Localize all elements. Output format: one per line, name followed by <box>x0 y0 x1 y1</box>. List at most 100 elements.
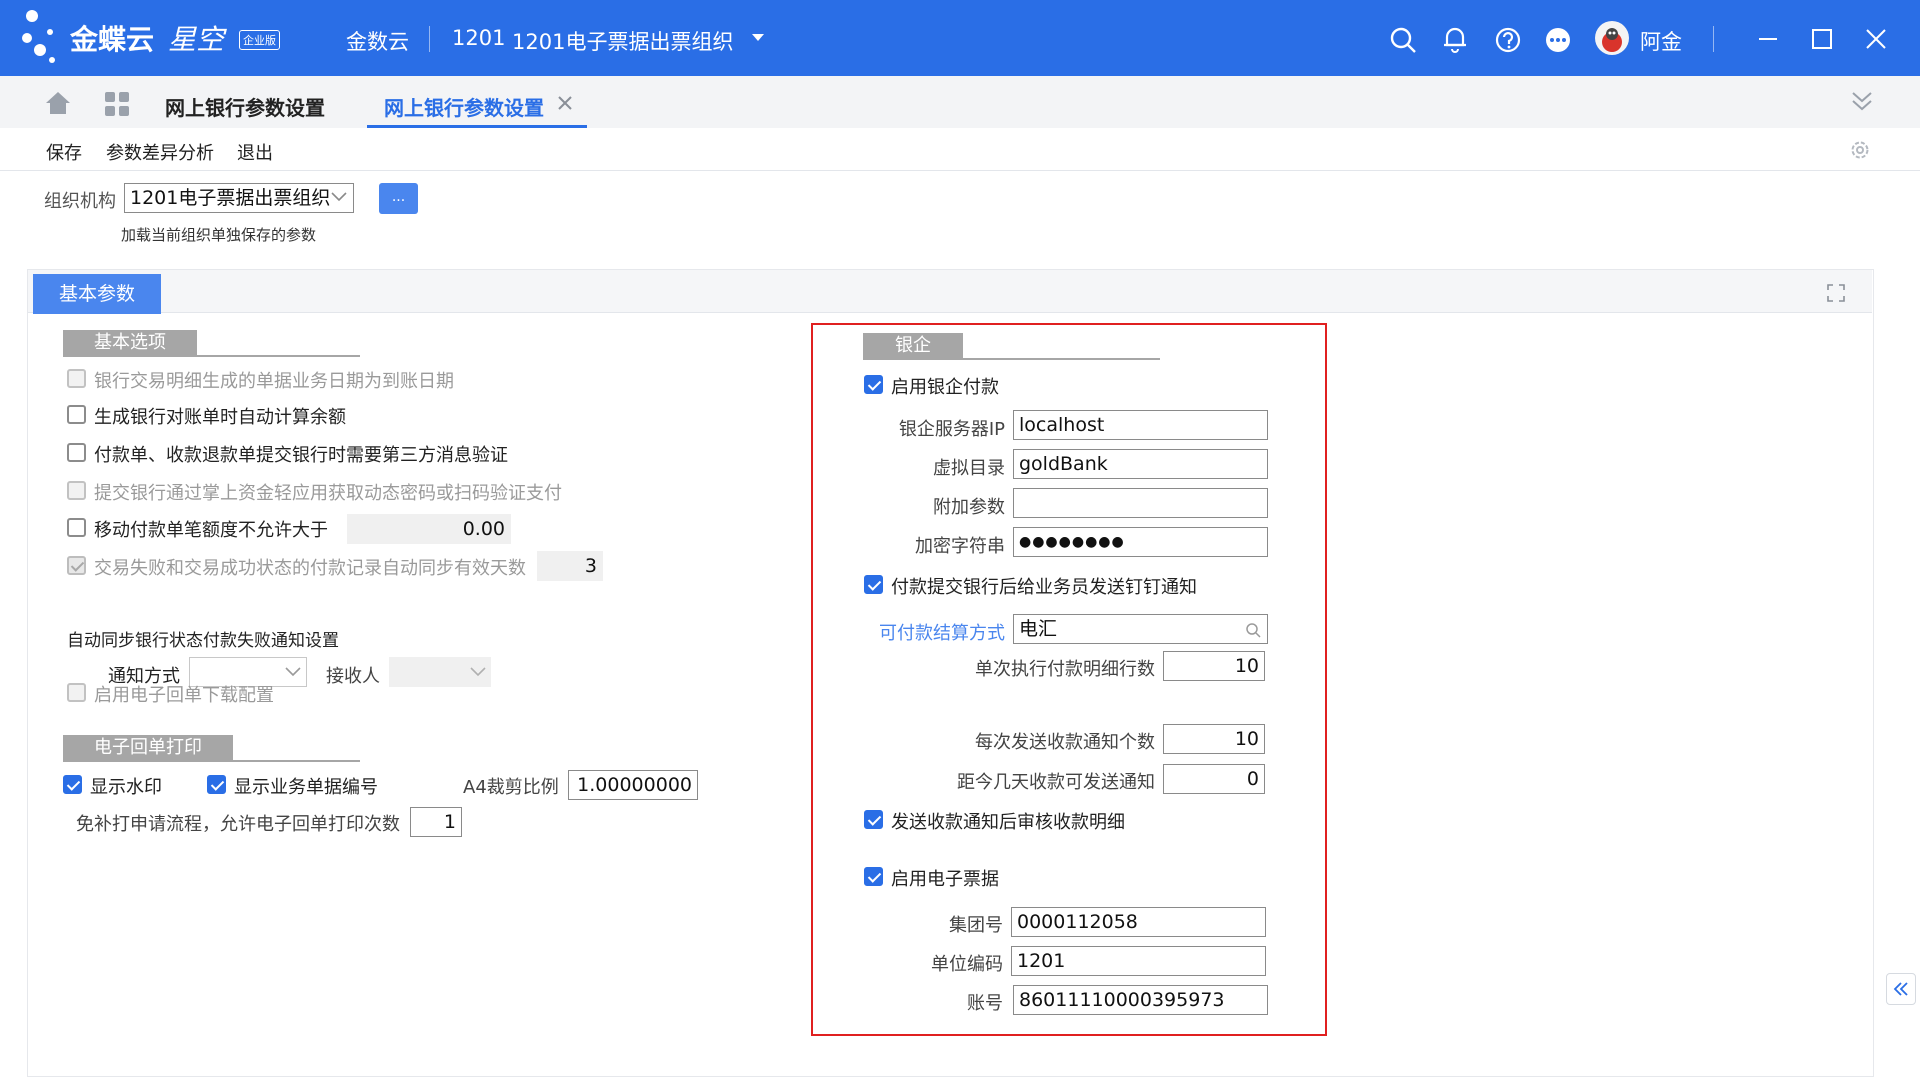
settle-search-icon[interactable] <box>1245 622 1261 638</box>
more-icon[interactable] <box>1544 26 1572 54</box>
org-label: 组织机构 <box>44 191 116 212</box>
collapse-down-icon[interactable] <box>1850 90 1874 112</box>
pay-rows-input[interactable]: 10 <box>1163 651 1265 681</box>
maximize-icon[interactable] <box>1811 28 1833 50</box>
settle-method-input[interactable]: 电汇 <box>1013 614 1268 644</box>
save-button[interactable]: 保存 <box>46 139 82 165</box>
receiver-label: 接收人 <box>326 666 380 687</box>
toolbar: 保存 参数差异分析 退出 <box>0 128 1920 171</box>
show-watermark-checkbox[interactable] <box>63 775 82 794</box>
tab-bar: 网上银行参数设置 网上银行参数设置 <box>0 76 1920 128</box>
brand-product: 星空 <box>168 23 225 56</box>
settings-gear-icon[interactable] <box>1849 139 1871 161</box>
close-icon[interactable] <box>1865 28 1887 50</box>
print-section-title: 电子回单打印 <box>63 735 233 761</box>
user-name[interactable]: 阿金 <box>1640 26 1682 56</box>
a4-ratio-input[interactable]: 1.00000000 <box>568 770 698 800</box>
print-times-input[interactable]: 1 <box>410 807 462 837</box>
org-browse-button[interactable]: ... <box>379 183 418 214</box>
minimize-icon[interactable] <box>1757 28 1779 50</box>
show-billno-label: 显示业务单据编号 <box>234 777 378 798</box>
secret-input[interactable]: ●●●●●●●● <box>1013 527 1268 557</box>
option-checkbox[interactable] <box>67 481 86 500</box>
option-label: 付款单、收款退款单提交银行时需要第三方消息验证 <box>94 445 508 466</box>
group-no-label: 集团号 <box>949 915 1003 936</box>
title-separator <box>429 26 430 52</box>
tab-active[interactable]: 网上银行参数设置 <box>367 76 587 128</box>
receiver-chevron-icon[interactable] <box>470 667 486 677</box>
sync-days-input[interactable]: 3 <box>537 551 603 581</box>
show-billno-checkbox[interactable] <box>207 775 226 794</box>
notice-count-input[interactable]: 10 <box>1163 724 1265 754</box>
option-label: 银行交易明细生成的单据业务日期为到账日期 <box>94 371 454 392</box>
unit-code-input[interactable]: 1201 <box>1011 946 1266 976</box>
side-collapse-button[interactable] <box>1886 973 1916 1005</box>
option-checkbox[interactable] <box>67 369 86 388</box>
notify-method-chevron-icon[interactable] <box>285 667 301 677</box>
tab-close-icon[interactable] <box>558 96 572 110</box>
account-no-label: 账号 <box>967 993 1003 1014</box>
diff-analysis-button[interactable]: 参数差异分析 <box>106 139 214 165</box>
option-label: 生成银行对账单时自动计算余额 <box>94 407 346 428</box>
audit-after-send-label: 发送收款通知后审核收款明细 <box>891 812 1125 833</box>
receipt-download-label: 启用电子回单下载配置 <box>94 685 274 706</box>
avatar[interactable] <box>1594 20 1630 56</box>
server-ip-label: 银企服务器IP <box>898 419 1005 440</box>
double-chevron-left-icon <box>1893 982 1908 996</box>
apps-grid-icon[interactable] <box>104 91 130 117</box>
home-icon[interactable] <box>44 90 72 116</box>
title-bar: 金蝶云 星空 企业版 金数云 1201 1201电子票据出票组织 阿金 <box>0 0 1920 76</box>
unit-code-label: 单位编码 <box>931 954 1003 975</box>
tab-basic-params-label: 基本参数 <box>58 283 135 305</box>
search-icon[interactable] <box>1389 26 1417 54</box>
notice-days-label: 距今几天收款可发送通知 <box>957 772 1155 793</box>
option-label: 交易失败和交易成功状态的付款记录自动同步有效天数 <box>94 558 526 579</box>
enable-ebill-checkbox[interactable] <box>864 867 883 886</box>
enable-bank-pay-checkbox[interactable] <box>864 375 883 394</box>
org-select[interactable]: 1201电子票据出票组织 <box>124 183 354 213</box>
org-dropdown-icon[interactable] <box>750 32 766 44</box>
print-section-line <box>63 760 360 762</box>
option-checkbox[interactable] <box>67 518 86 537</box>
vdir-input[interactable]: goldBank <box>1013 449 1268 479</box>
expand-icon[interactable] <box>1826 283 1846 303</box>
enable-bank-pay-label: 启用银企付款 <box>891 377 999 398</box>
kingdee-logo-icon <box>22 10 55 63</box>
vdir-label: 虚拟目录 <box>933 458 1005 479</box>
mobile-pay-limit-input[interactable]: 0.00 <box>347 514 511 544</box>
help-icon[interactable] <box>1494 26 1522 54</box>
dingtalk-notify-checkbox[interactable] <box>864 575 883 594</box>
enable-ebill-label: 启用电子票据 <box>891 869 999 890</box>
tab-active-label: 网上银行参数设置 <box>384 96 544 120</box>
bell-icon[interactable] <box>1442 25 1468 53</box>
option-checkbox[interactable] <box>67 443 86 462</box>
server-ip-input[interactable]: localhost <box>1013 410 1268 440</box>
org-code[interactable]: 1201 <box>452 26 505 50</box>
notice-days-input[interactable]: 0 <box>1163 764 1265 794</box>
group-no-input[interactable]: 0000112058 <box>1011 907 1266 937</box>
tab-basic-params[interactable]: 基本参数 <box>33 274 161 314</box>
exit-button[interactable]: 退出 <box>237 139 273 165</box>
org-select-chevron-icon[interactable] <box>331 192 347 202</box>
receipt-download-checkbox[interactable] <box>67 683 86 702</box>
basic-section-title: 基本选项 <box>63 330 197 356</box>
edition-badge: 企业版 <box>239 30 280 50</box>
option-checkbox[interactable] <box>67 405 86 424</box>
title-separator <box>1713 26 1714 52</box>
notice-count-label: 每次发送收款通知个数 <box>975 732 1155 753</box>
audit-after-send-checkbox[interactable] <box>864 810 883 829</box>
settle-method-label[interactable]: 可付款结算方式 <box>879 619 1005 645</box>
org-name[interactable]: 1201电子票据出票组织 <box>512 26 733 56</box>
notify-title: 自动同步银行状态付款失败通知设置 <box>67 631 339 651</box>
show-watermark-label: 显示水印 <box>90 777 162 798</box>
panel-tab-strip <box>28 270 1872 313</box>
a4-ratio-label: A4裁剪比例 <box>463 777 559 798</box>
extra-param-input[interactable] <box>1013 488 1268 518</box>
option-checkbox[interactable] <box>67 556 86 575</box>
env-name[interactable]: 金数云 <box>346 26 409 56</box>
account-no-input[interactable]: 86011110000395973 <box>1013 985 1268 1015</box>
org-hint: 加载当前组织单独保存的参数 <box>121 226 317 244</box>
secret-label: 加密字符串 <box>915 536 1005 557</box>
brand-name: 金蝶云 <box>70 23 155 56</box>
tab-home-title[interactable]: 网上银行参数设置 <box>165 92 325 121</box>
